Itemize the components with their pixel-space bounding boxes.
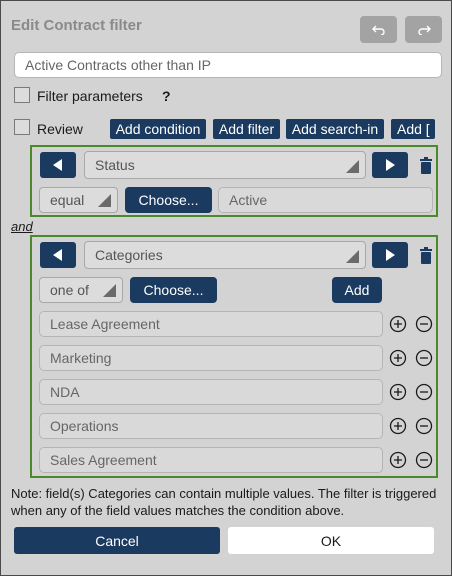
category-value-field[interactable]: Operations bbox=[39, 413, 383, 439]
triangle-right-icon bbox=[386, 159, 395, 171]
minus-circle-icon[interactable] bbox=[415, 451, 433, 469]
minus-circle-icon[interactable] bbox=[415, 315, 433, 333]
operator-select-equal[interactable]: equal bbox=[39, 187, 118, 213]
move-right-button[interactable] bbox=[372, 152, 408, 178]
plus-circle-icon[interactable] bbox=[389, 417, 407, 435]
dropdown-triangle-icon bbox=[103, 284, 116, 297]
category-value-field[interactable]: Lease Agreement bbox=[39, 311, 383, 337]
minus-circle-icon[interactable] bbox=[415, 349, 433, 367]
undo-button[interactable] bbox=[360, 16, 397, 43]
undo-icon bbox=[371, 22, 386, 38]
move-right-button[interactable] bbox=[372, 242, 408, 268]
triangle-left-icon bbox=[53, 249, 62, 261]
add-bracket-button[interactable]: Add [ bbox=[391, 119, 435, 139]
edit-filter-dialog: Edit Contract filter Active Contracts ot… bbox=[0, 0, 452, 576]
add-value-button[interactable]: Add bbox=[332, 277, 382, 303]
connector-and[interactable]: and bbox=[11, 219, 33, 234]
category-value-field[interactable]: Marketing bbox=[39, 345, 383, 371]
redo-button[interactable] bbox=[405, 16, 442, 43]
condition-value-field[interactable]: Active bbox=[218, 187, 433, 213]
add-filter-button[interactable]: Add filter bbox=[213, 119, 280, 139]
category-value-field[interactable]: Sales Agreement bbox=[39, 447, 383, 473]
redo-icon bbox=[417, 22, 431, 38]
move-left-button[interactable] bbox=[40, 152, 76, 178]
condition-group-categories: Categories one of Choose... Add Lease Ag… bbox=[30, 235, 438, 478]
category-value-field[interactable]: NDA bbox=[39, 379, 383, 405]
plus-circle-icon[interactable] bbox=[389, 315, 407, 333]
filter-parameters-checkbox[interactable] bbox=[14, 87, 30, 103]
filter-name-input[interactable]: Active Contracts other than IP bbox=[14, 52, 442, 78]
plus-circle-icon[interactable] bbox=[389, 349, 407, 367]
help-icon[interactable]: ? bbox=[162, 88, 171, 104]
review-checkbox[interactable] bbox=[14, 119, 30, 135]
add-search-in-button[interactable]: Add search-in bbox=[286, 119, 384, 139]
dialog-title: Edit Contract filter bbox=[11, 17, 142, 34]
field-select-status[interactable]: Status bbox=[84, 151, 366, 179]
move-left-button[interactable] bbox=[40, 242, 76, 268]
ok-button[interactable]: OK bbox=[228, 527, 434, 554]
minus-circle-icon[interactable] bbox=[415, 383, 433, 401]
trash-icon[interactable] bbox=[419, 157, 433, 175]
field-select-value: Categories bbox=[95, 247, 163, 263]
plus-circle-icon[interactable] bbox=[389, 383, 407, 401]
dropdown-triangle-icon bbox=[98, 194, 111, 207]
trash-icon[interactable] bbox=[419, 247, 433, 265]
dropdown-triangle-icon bbox=[346, 250, 359, 263]
operator-value: equal bbox=[50, 192, 85, 208]
add-condition-button[interactable]: Add condition bbox=[110, 119, 206, 139]
minus-circle-icon[interactable] bbox=[415, 417, 433, 435]
review-label: Review bbox=[37, 121, 83, 137]
choose-button[interactable]: Choose... bbox=[130, 277, 217, 303]
filter-parameters-label: Filter parameters bbox=[37, 88, 143, 104]
plus-circle-icon[interactable] bbox=[389, 451, 407, 469]
operator-value: one of bbox=[50, 282, 89, 298]
operator-select-one-of[interactable]: one of bbox=[39, 277, 123, 303]
cancel-button[interactable]: Cancel bbox=[14, 527, 220, 554]
choose-button[interactable]: Choose... bbox=[125, 187, 212, 213]
field-select-categories[interactable]: Categories bbox=[84, 241, 366, 269]
triangle-right-icon bbox=[386, 249, 395, 261]
multi-value-note: Note: field(s) Categories can contain mu… bbox=[11, 486, 437, 518]
triangle-left-icon bbox=[53, 159, 62, 171]
field-select-value: Status bbox=[95, 157, 135, 173]
condition-group-status: Status equal Choose... Active bbox=[30, 145, 438, 217]
dropdown-triangle-icon bbox=[346, 160, 359, 173]
